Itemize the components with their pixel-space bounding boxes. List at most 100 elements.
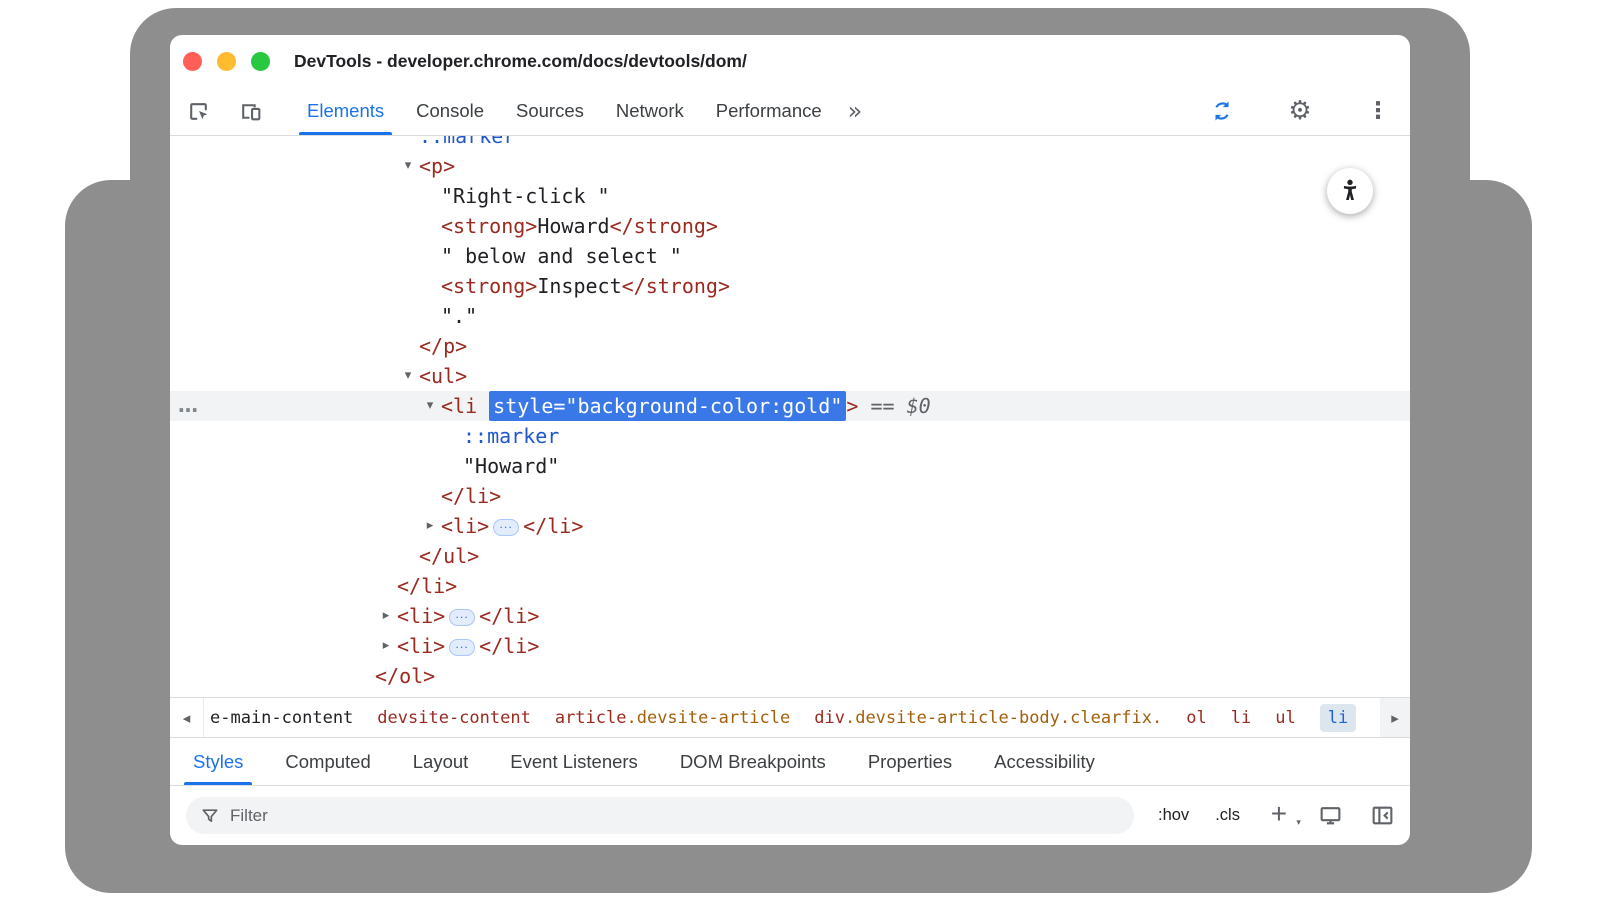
tab-layout[interactable]: Layout	[392, 738, 490, 785]
disclosure-open-triangle-icon[interactable]: ▾	[400, 361, 416, 391]
rendering-monitor-icon[interactable]	[1318, 803, 1344, 829]
row-overflow-dots-icon[interactable]: …	[178, 391, 199, 419]
tree-line[interactable]: </ul>	[170, 541, 1410, 571]
accessibility-fab-button[interactable]	[1327, 168, 1373, 214]
toggle-sidebar-icon[interactable]	[1370, 803, 1396, 829]
caret-down-icon: ▾	[1296, 818, 1301, 828]
tree-line[interactable]: <strong>Inspect</strong>	[170, 271, 1410, 301]
close-window-button[interactable]	[183, 52, 202, 71]
tree-line[interactable]: "Right-click "	[170, 181, 1410, 211]
window-titlebar: DevTools - developer.chrome.com/docs/dev…	[170, 35, 1410, 87]
tree-segment-tag: </strong>	[610, 214, 718, 238]
breadcrumb-item[interactable]: div.devsite-article-body.clearfix.	[814, 708, 1162, 728]
devtools-tab-strip: ElementsConsoleSourcesNetworkPerformance	[291, 87, 838, 135]
tree-segment-tag: <li>	[441, 514, 489, 538]
tree-line[interactable]: ::marker	[170, 136, 1410, 151]
styles-toolbar: Filter :hov .cls + ▾	[170, 785, 1410, 845]
breadcrumb-bar: ◂ e-main-content devsite-content article.d…	[170, 697, 1410, 737]
sidebar-tab-strip: StylesComputedLayoutEvent ListenersDOM B…	[170, 737, 1410, 785]
window-title: DevTools - developer.chrome.com/docs/dev…	[294, 35, 747, 87]
tree-line[interactable]: </p>	[170, 331, 1410, 361]
collapsed-ellipsis-button[interactable]: ···	[493, 519, 519, 536]
tree-segment-eq: ==	[858, 394, 906, 418]
tree-line[interactable]: <strong>Howard</strong>	[170, 211, 1410, 241]
filter-placeholder: Filter	[230, 806, 268, 826]
tree-segment-tag: </strong>	[622, 274, 730, 298]
tree-segment-tag: >	[846, 394, 858, 418]
tree-line[interactable]: ▾<p>	[170, 151, 1410, 181]
settings-gear-icon[interactable]: ⚙	[1287, 98, 1313, 124]
tree-line[interactable]: </li>	[170, 571, 1410, 601]
tree-line[interactable]: ▾<ul>	[170, 361, 1410, 391]
tab-elements[interactable]: Elements	[291, 87, 400, 135]
minimize-window-button[interactable]	[217, 52, 236, 71]
tree-line[interactable]: ▸<li>···</li>	[170, 601, 1410, 631]
tab-console[interactable]: Console	[400, 87, 500, 135]
disclosure-closed-triangle-icon[interactable]: ▸	[422, 511, 438, 541]
sync-icon[interactable]	[1209, 98, 1235, 124]
tree-line[interactable]: </li>	[170, 481, 1410, 511]
styles-filter-input[interactable]: Filter	[186, 797, 1134, 834]
breadcrumb-item[interactable]: li	[1231, 708, 1251, 728]
tree-line[interactable]: ::marker	[170, 421, 1410, 451]
tab-accessibility[interactable]: Accessibility	[973, 738, 1116, 785]
tree-line[interactable]: "."	[170, 301, 1410, 331]
toggle-element-state-button[interactable]: :hov	[1158, 806, 1189, 825]
disclosure-closed-triangle-icon[interactable]: ▸	[378, 601, 394, 631]
breadcrumb-item[interactable]: devsite-content	[377, 708, 531, 728]
tree-segment-tag: </ul>	[419, 544, 479, 568]
collapsed-ellipsis-button[interactable]: ···	[449, 609, 475, 626]
tab-event-listeners[interactable]: Event Listeners	[489, 738, 659, 785]
devtools-toolbar: ElementsConsoleSourcesNetworkPerformance…	[170, 87, 1410, 136]
tree-line[interactable]: " below and select "	[170, 241, 1410, 271]
tree-segment-text: "Howard"	[463, 454, 559, 478]
breadcrumb-item[interactable]: ol	[1186, 708, 1206, 728]
tree-segment-tag: <p>	[419, 154, 455, 178]
breadcrumb-scroll-right-button[interactable]: ▸	[1380, 698, 1410, 737]
dom-tree-panel: ::marker▾<p>"Right-click "<strong>Howard…	[170, 136, 1410, 697]
tab-styles[interactable]: Styles	[172, 738, 264, 785]
inspect-element-icon[interactable]	[185, 98, 211, 124]
tree-line[interactable]: …▾<li style="background-color:gold"> == …	[170, 391, 1410, 421]
breadcrumb-item[interactable]: ul	[1275, 708, 1295, 728]
tree-line[interactable]: </ol>	[170, 661, 1410, 691]
tab-network[interactable]: Network	[600, 87, 700, 135]
tree-line[interactable]: ▸<li>···</li>	[170, 631, 1410, 661]
tree-segment-tag: <strong>	[441, 274, 537, 298]
breadcrumb-item[interactable]: li	[1320, 704, 1356, 732]
collapsed-ellipsis-button[interactable]: ···	[449, 639, 475, 656]
tree-segment-tag: <li>	[397, 634, 445, 658]
toggle-device-toolbar-icon[interactable]	[237, 98, 263, 124]
element-classes-button[interactable]: .cls	[1215, 806, 1240, 825]
disclosure-open-triangle-icon[interactable]: ▾	[400, 151, 416, 181]
disclosure-closed-triangle-icon[interactable]: ▸	[378, 631, 394, 661]
tree-segment-tag: </p>	[419, 334, 467, 358]
tab-performance[interactable]: Performance	[700, 87, 838, 135]
tree-line[interactable]: "Howard"	[170, 451, 1410, 481]
styles-toolbar-controls: :hov .cls + ▾	[1158, 803, 1396, 829]
breadcrumb-item[interactable]: e-main-content	[210, 708, 353, 728]
tab-properties[interactable]: Properties	[847, 738, 973, 785]
tree-segment-tag: </li>	[479, 604, 539, 628]
zoom-window-button[interactable]	[251, 52, 270, 71]
tree-segment-tag: <li	[441, 394, 489, 418]
tab-sources[interactable]: Sources	[500, 87, 600, 135]
tree-line[interactable]: ▸<li>···</li>	[170, 511, 1410, 541]
disclosure-open-triangle-icon[interactable]: ▾	[422, 391, 438, 421]
tree-segment-tag: </li>	[479, 634, 539, 658]
more-options-kebab-icon[interactable]: ⋮	[1365, 98, 1391, 124]
tree-segment-selattr: style="background-color:gold"	[489, 391, 846, 421]
breadcrumb-scroll-left-button[interactable]: ◂	[170, 698, 204, 737]
tab-computed[interactable]: Computed	[264, 738, 391, 785]
more-tabs-chevron-icon[interactable]: »	[848, 99, 863, 123]
tree-segment-text: Inspect	[537, 274, 621, 298]
new-style-rule-button[interactable]: + ▾	[1266, 803, 1292, 829]
tree-segment-text: Howard	[537, 214, 609, 238]
breadcrumb: e-main-content devsite-content article.dev…	[204, 698, 1380, 737]
tree-segment-tag: <li>	[397, 604, 445, 628]
accessibility-person-icon	[1336, 177, 1364, 205]
breadcrumb-item[interactable]: article.devsite-article	[555, 708, 790, 728]
traffic-lights	[183, 35, 270, 87]
tree-segment-marker: ::marker	[463, 424, 559, 448]
tab-dom-breakpoints[interactable]: DOM Breakpoints	[659, 738, 847, 785]
